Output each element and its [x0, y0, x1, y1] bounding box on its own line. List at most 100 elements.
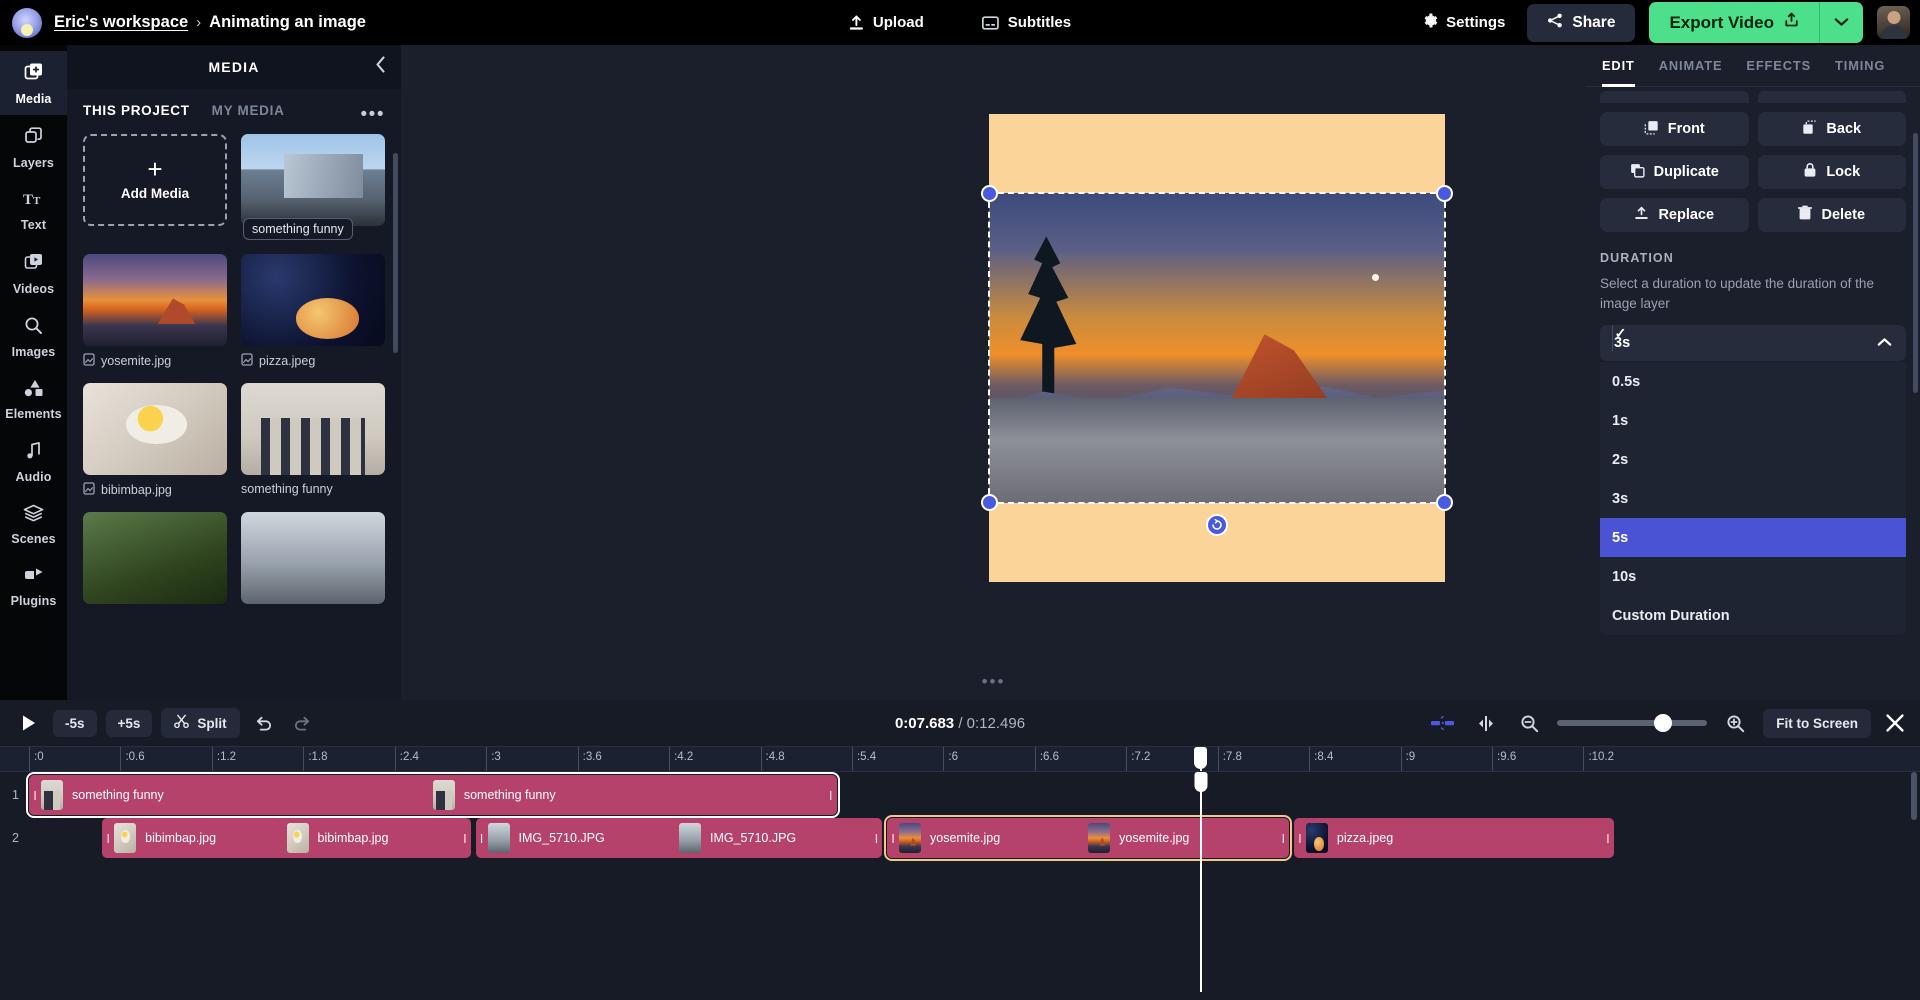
- duration-option-1s[interactable]: 1s: [1600, 325, 1906, 440]
- share-icon: [1547, 13, 1563, 33]
- sidebar-item-audio[interactable]: Audio: [0, 430, 67, 493]
- rotate-handle[interactable]: [1206, 514, 1228, 536]
- send-back-button[interactable]: Back: [1757, 112, 1906, 146]
- sidebar-item-media[interactable]: Media: [0, 51, 67, 115]
- ruler-playhead-knob[interactable]: [1194, 747, 1208, 769]
- media-item[interactable]: pizza.jpeg: [241, 254, 385, 369]
- resize-handle-bottom-left[interactable]: [981, 494, 998, 511]
- skip-back-5s-button[interactable]: -5s: [53, 709, 97, 737]
- clip-trim-handle-right[interactable]: I: [870, 818, 882, 858]
- clip-trim-handle-left[interactable]: I: [1294, 818, 1306, 858]
- share-button[interactable]: Share: [1527, 3, 1636, 42]
- tab-animate[interactable]: ANIMATE: [1647, 45, 1735, 87]
- zoom-out-button[interactable]: [1514, 708, 1544, 738]
- upload-button[interactable]: Upload: [843, 9, 930, 36]
- resize-handle-bottom-right[interactable]: [1436, 494, 1453, 511]
- replace-button[interactable]: Replace: [1600, 198, 1749, 232]
- timeline-clip[interactable]: I IMG_5710.JPG IMG_5710.JPG I: [475, 818, 883, 858]
- media-item[interactable]: bibimbap.jpg: [83, 383, 227, 498]
- timeline-ruler[interactable]: :0:0.6:1.2:1.8:2.4:3:3.6:4.2:4.8:5.4:6:6…: [0, 746, 1920, 772]
- clip-trim-handle-left[interactable]: I: [29, 775, 41, 815]
- app-logo[interactable]: [12, 7, 42, 38]
- tab-effects[interactable]: EFFECTS: [1734, 45, 1823, 87]
- clip-trim-handle-right[interactable]: I: [1277, 818, 1289, 858]
- clip-trim-handle-left[interactable]: I: [476, 818, 488, 858]
- collapse-panel-button[interactable]: [374, 55, 387, 80]
- export-video-button[interactable]: Export Video: [1649, 2, 1819, 43]
- media-panel-scrollbar[interactable]: [393, 153, 398, 353]
- duration-option-3s[interactable]: ✓ 3s: [1600, 325, 1906, 518]
- sidebar-item-layers[interactable]: Layers: [0, 115, 67, 179]
- breadcrumb-workspace-link[interactable]: Eric's workspace: [54, 13, 188, 32]
- redo-button[interactable]: [288, 708, 318, 738]
- clip-label: something funny: [72, 788, 164, 802]
- settings-button[interactable]: Settings: [1415, 7, 1513, 38]
- canvas-area[interactable]: •••: [401, 45, 1586, 700]
- properties-panel-scrollbar[interactable]: [1913, 133, 1918, 393]
- zoom-in-button[interactable]: [1720, 708, 1750, 738]
- timeline-track[interactable]: 1 Isomething funny something funny I: [0, 772, 1920, 818]
- sidebar-item-elements[interactable]: Elements: [0, 368, 67, 430]
- add-media-button[interactable]: + Add Media: [83, 134, 227, 226]
- partial-button-left[interactable]: [1600, 91, 1749, 103]
- clip-trim-handle-left[interactable]: I: [102, 818, 114, 858]
- timeline-vertical-scrollbar[interactable]: [1911, 772, 1917, 820]
- skip-forward-5s-button[interactable]: +5s: [105, 709, 153, 737]
- resize-handle-top-right[interactable]: [1436, 185, 1453, 202]
- lock-button[interactable]: Lock: [1757, 155, 1906, 189]
- timeline-clip[interactable]: Iyosemite.jpg yosemite.jpg I: [883, 815, 1293, 861]
- duration-select-trigger[interactable]: 3s: [1600, 325, 1906, 362]
- split-button[interactable]: Split: [161, 708, 240, 738]
- video-stage[interactable]: [981, 114, 1453, 582]
- sidebar-item-scenes[interactable]: Scenes: [0, 493, 67, 555]
- timeline-clip[interactable]: Isomething funny something funny I: [26, 772, 840, 818]
- duration-option-0_5s[interactable]: 0.5s: [1600, 325, 1906, 401]
- zoom-slider-knob[interactable]: [1654, 714, 1673, 732]
- undo-button[interactable]: [249, 708, 279, 738]
- media-more-options-button[interactable]: •••: [361, 105, 385, 124]
- clip-trim-handle-left[interactable]: I: [887, 818, 899, 858]
- sidebar-item-plugins[interactable]: Plugins: [0, 555, 67, 617]
- snap-to-playhead-button[interactable]: [1471, 708, 1501, 738]
- media-item[interactable]: something funny: [241, 383, 385, 498]
- clip-trim-handle-right[interactable]: I: [1602, 818, 1614, 858]
- resize-handle-top-left[interactable]: [981, 185, 998, 202]
- ruler-tick-label: :3: [491, 751, 501, 763]
- user-avatar[interactable]: [1877, 6, 1910, 39]
- export-options-caret[interactable]: [1819, 2, 1863, 43]
- tab-this-project[interactable]: THIS PROJECT: [83, 103, 190, 118]
- duplicate-button[interactable]: Duplicate: [1600, 155, 1749, 189]
- close-timeline-button[interactable]: [1884, 712, 1906, 734]
- duration-option-custom[interactable]: Custom Duration: [1600, 325, 1906, 635]
- canvas-resize-grip[interactable]: •••: [982, 672, 1006, 692]
- timeline-clip[interactable]: Ibibimbap.jpg bibimbap.jpg I: [102, 818, 471, 858]
- play-button[interactable]: [14, 708, 44, 738]
- delete-button[interactable]: Delete: [1757, 198, 1906, 232]
- sidebar-item-images[interactable]: Images: [0, 305, 67, 368]
- sidebar-item-text[interactable]: T T Text: [0, 179, 67, 241]
- clip-trim-handle-right[interactable]: I: [825, 775, 837, 815]
- duration-option-10s[interactable]: 10s: [1600, 325, 1906, 596]
- clip-trim-handle-right[interactable]: I: [459, 818, 471, 858]
- timeline-clip[interactable]: Ipizza.jpeg I: [1293, 818, 1614, 858]
- sidebar-item-videos[interactable]: Videos: [0, 241, 67, 305]
- duration-option-5s[interactable]: 5s: [1600, 325, 1906, 558]
- timeline-track[interactable]: 2 Ibibimbap.jpg bibimbap.jpg I I IMG_5710.JP…: [0, 815, 1920, 861]
- duration-option-2s[interactable]: 2s: [1600, 325, 1906, 479]
- media-item-name: something funny: [241, 482, 333, 496]
- ruler-tick: :3: [486, 747, 501, 771]
- keyframe-markers-button[interactable]: [1428, 708, 1458, 738]
- media-item[interactable]: yosemite.jpg: [83, 254, 227, 369]
- selected-image-layer[interactable]: [989, 193, 1445, 503]
- tab-timing[interactable]: TIMING: [1823, 45, 1897, 87]
- bring-front-button[interactable]: Front: [1600, 112, 1749, 146]
- zoom-slider[interactable]: [1557, 714, 1708, 732]
- media-item[interactable]: something funny: [241, 134, 385, 240]
- tab-my-media[interactable]: MY MEDIA: [212, 103, 285, 118]
- subtitles-button[interactable]: Subtitles: [976, 9, 1077, 36]
- media-item[interactable]: [241, 512, 385, 604]
- partial-button-right[interactable]: [1757, 91, 1906, 103]
- media-item[interactable]: [83, 512, 227, 604]
- tab-edit[interactable]: EDIT: [1602, 45, 1647, 87]
- fit-to-screen-button[interactable]: Fit to Screen: [1763, 708, 1871, 738]
